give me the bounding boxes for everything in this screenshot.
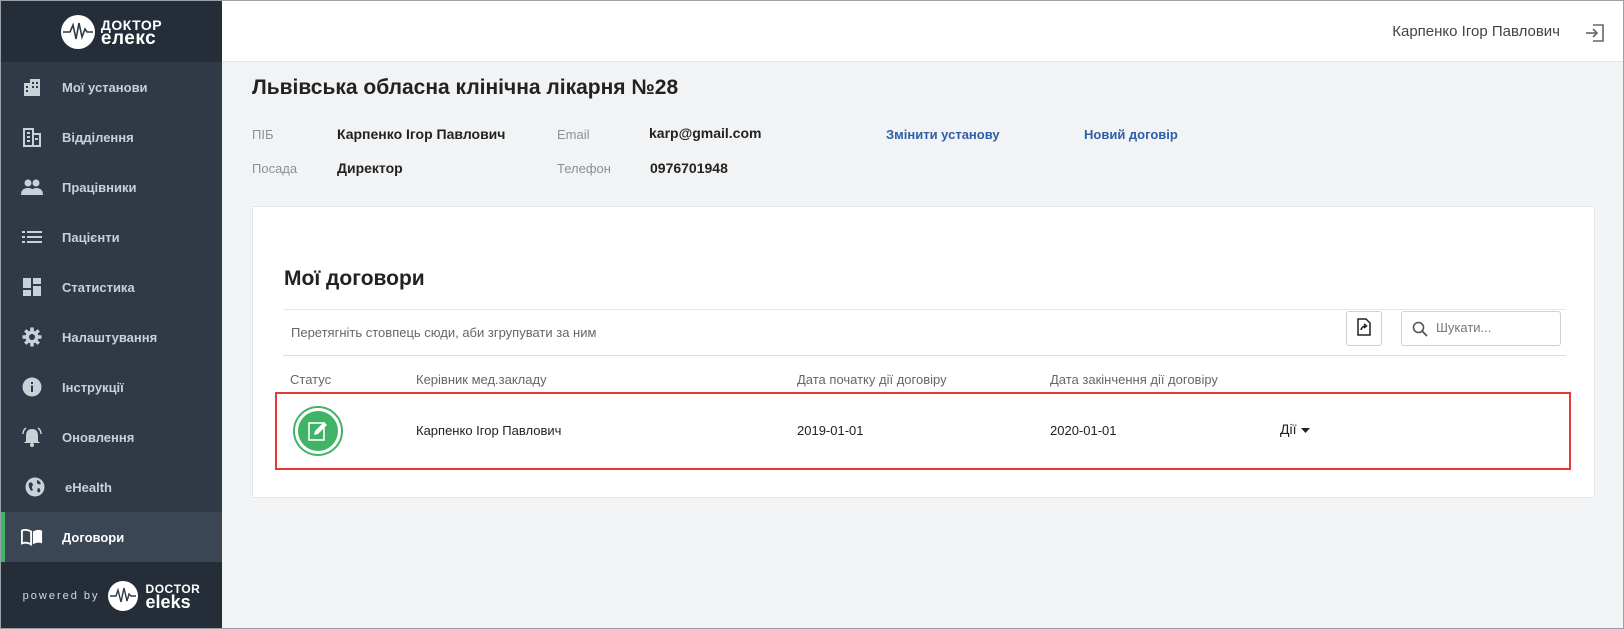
sidebar-item-label: Пацієнти — [62, 229, 120, 245]
contracts-title: Мої договори — [284, 267, 425, 290]
email-value: karp@gmail.com — [649, 125, 762, 141]
app-window: ДОКТОР елекс Мої установи Відділення Пра… — [0, 0, 1624, 629]
cell-head: Карпенко Ігор Павлович — [416, 423, 562, 438]
sidebar-item-patients[interactable]: Пацієнти — [1, 212, 222, 262]
search-input[interactable] — [1436, 320, 1554, 335]
change-institution-link[interactable]: Змінити установу — [886, 127, 1000, 142]
actions-dropdown[interactable]: Дії — [1280, 421, 1311, 437]
sidebar-item-workers[interactable]: Працівники — [1, 162, 222, 212]
sidebar-menu: Мої установи Відділення Працівники Паціє… — [1, 62, 222, 562]
sidebar-item-instructions[interactable]: Інструкції — [1, 362, 222, 412]
group-panel[interactable]: Перетягніть стовпець сюди, аби згрупуват… — [283, 309, 1566, 356]
logout-icon[interactable] — [1584, 22, 1606, 44]
group-hint: Перетягніть стовпець сюди, аби згрупуват… — [291, 325, 597, 340]
globe-icon — [24, 476, 46, 498]
sidebar-item-label: Інструкції — [62, 379, 124, 395]
book-icon — [21, 526, 43, 548]
caret-down-icon — [1301, 421, 1311, 437]
user-name[interactable]: Карпенко Ігор Павлович — [1392, 23, 1560, 40]
sidebar-item-label: eHealth — [65, 479, 112, 495]
name-label: ПІБ — [252, 127, 274, 142]
sidebar-item-statistics[interactable]: Статистика — [1, 262, 222, 312]
search-icon — [1412, 321, 1428, 342]
sidebar: ДОКТОР елекс Мої установи Відділення Пра… — [1, 1, 222, 628]
department-icon — [21, 126, 43, 148]
sidebar-item-departments[interactable]: Відділення — [1, 112, 222, 162]
column-header-end-date[interactable]: Дата закінчення дії договіру — [1050, 372, 1218, 387]
status-badge[interactable] — [293, 406, 343, 456]
gear-icon — [21, 326, 43, 348]
position-value: Директор — [337, 160, 403, 176]
dashboard-icon — [21, 276, 43, 298]
powered-by-text: powered by — [22, 590, 100, 602]
people-icon — [21, 176, 43, 198]
export-icon — [1356, 318, 1372, 339]
export-button[interactable] — [1346, 311, 1382, 346]
sidebar-item-label: Статистика — [62, 279, 135, 295]
edit-document-icon — [298, 411, 338, 451]
logo-mark-icon — [60, 14, 95, 49]
phone-label: Телефон — [557, 161, 611, 176]
sidebar-item-label: Оновлення — [62, 429, 135, 445]
sidebar-item-label: Налаштування — [62, 329, 158, 345]
sidebar-item-settings[interactable]: Налаштування — [1, 312, 222, 362]
main-content: Львівська обласна клінічна лікарня №28 П… — [222, 62, 1623, 628]
logo[interactable]: ДОКТОР елекс — [60, 14, 162, 49]
bell-icon — [21, 426, 43, 448]
email-label: Email — [557, 127, 590, 142]
column-header-status[interactable]: Статус — [290, 372, 331, 387]
footer-brand: DOCTOR eleks — [145, 583, 201, 612]
new-contract-link[interactable]: Новий договір — [1084, 127, 1178, 142]
sidebar-item-label: Відділення — [62, 129, 134, 145]
eleks-logo-icon — [107, 581, 138, 611]
logo-line2: елекс — [100, 27, 157, 49]
info-icon — [21, 376, 43, 398]
column-header-head[interactable]: Керівник мед.закладу — [416, 372, 547, 387]
footer-brand-line2: eleks — [145, 592, 191, 612]
table-row[interactable]: Карпенко Ігор Павлович 2019-01-01 2020-0… — [275, 392, 1571, 470]
sidebar-item-label: Мої установи — [62, 79, 148, 95]
logo-area[interactable]: ДОКТОР елекс — [1, 1, 222, 62]
actions-label: Дії — [1280, 421, 1297, 437]
cell-end-date: 2020-01-01 — [1050, 423, 1117, 438]
list-icon — [21, 226, 43, 248]
name-value: Карпенко Ігор Павлович — [337, 126, 506, 142]
powered-by-footer: powered by DOCTOR eleks — [1, 562, 222, 628]
topbar: Карпенко Ігор Павлович — [222, 1, 1623, 62]
sidebar-item-contracts[interactable]: Договори — [1, 512, 222, 562]
phone-value: 0976701948 — [650, 160, 728, 176]
search-box[interactable] — [1401, 311, 1561, 346]
position-label: Посада — [252, 161, 298, 176]
sidebar-item-my-institutions[interactable]: Мої установи — [1, 62, 222, 112]
cell-start-date: 2019-01-01 — [797, 423, 864, 438]
page-title: Львівська обласна клінічна лікарня №28 — [252, 76, 679, 99]
contracts-card: Мої договори Перетягніть стовпець сюди, … — [252, 206, 1595, 498]
sidebar-item-updates[interactable]: Оновлення — [1, 412, 222, 462]
column-header-start-date[interactable]: Дата початку дії договіру — [797, 372, 947, 387]
sidebar-item-label: Працівники — [62, 179, 137, 195]
building-icon — [21, 76, 43, 98]
sidebar-item-ehealth[interactable]: eHealth — [1, 462, 222, 512]
sidebar-item-label: Договори — [62, 529, 125, 545]
logo-text: ДОКТОР елекс — [100, 18, 162, 49]
